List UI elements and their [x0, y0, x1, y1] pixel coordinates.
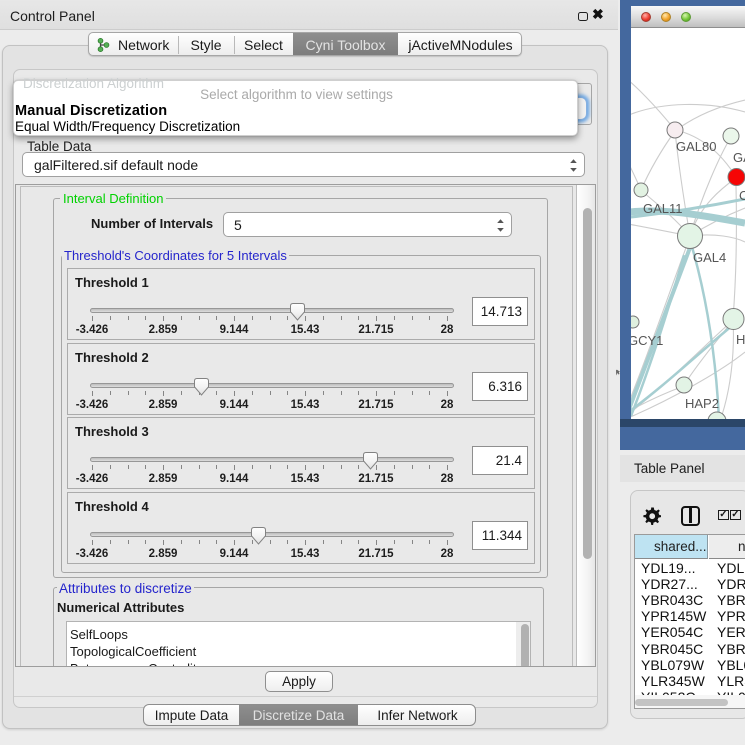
svg-text:HI: HI — [736, 332, 745, 347]
svg-text:GCY1: GCY1 — [631, 333, 663, 348]
svg-text:GAL80: GAL80 — [676, 139, 716, 154]
svg-text:GA: GA — [733, 150, 745, 165]
svg-text:GAL11: GAL11 — [643, 201, 683, 216]
svg-text:HAP2: HAP2 — [685, 396, 719, 411]
svg-text:CA: CA — [739, 188, 745, 203]
svg-text:GAL4: GAL4 — [693, 250, 726, 265]
